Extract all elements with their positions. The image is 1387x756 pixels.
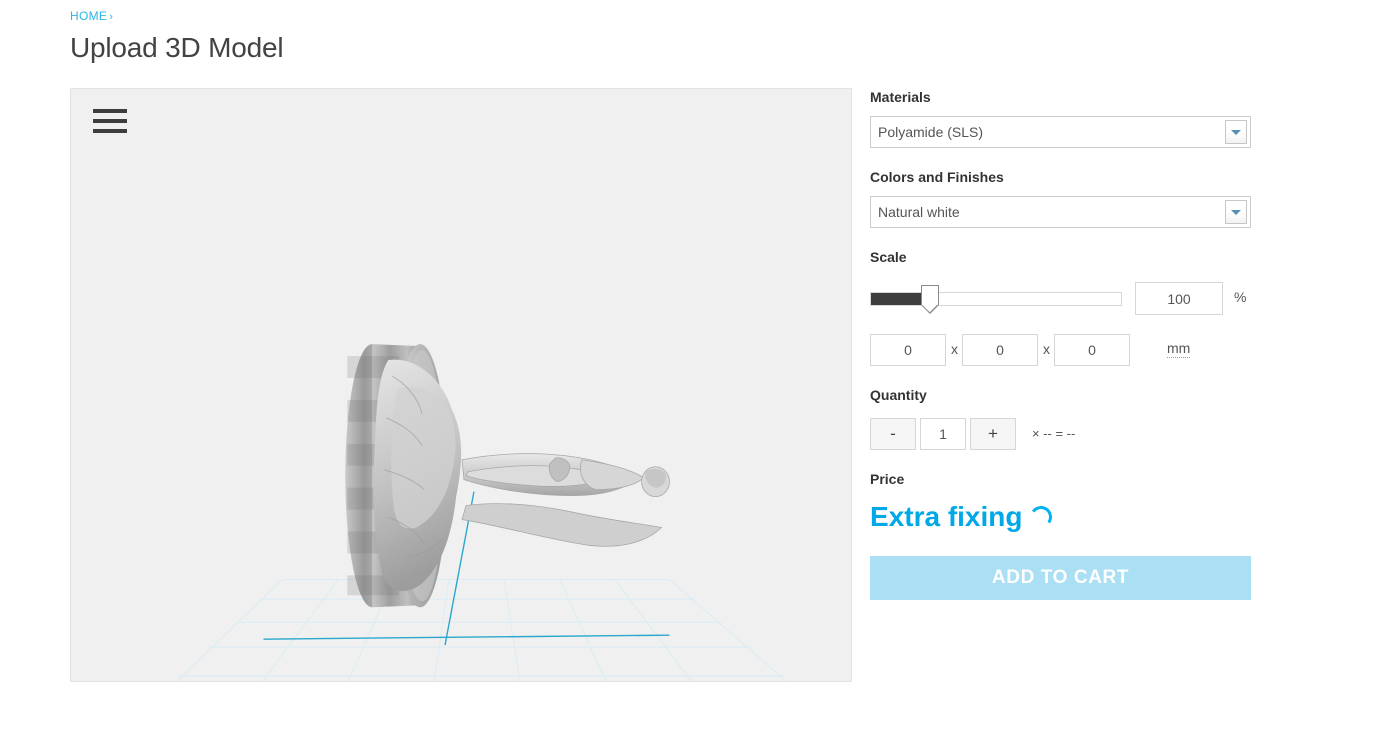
materials-select[interactable]: Polyamide (SLS) [870, 116, 1251, 148]
colors-finishes-selected-value: Natural white [878, 204, 960, 220]
quantity-section: Quantity - + × -- = -- [870, 386, 1251, 450]
chevron-down-icon[interactable] [1225, 120, 1247, 144]
breadcrumb-separator-icon: › [109, 11, 114, 23]
dimension-y-input[interactable] [962, 334, 1038, 366]
scale-label: Scale [870, 249, 907, 265]
price-section: Price Extra fixing [870, 470, 1251, 534]
quantity-input[interactable] [920, 418, 966, 450]
scale-slider-row: % [870, 282, 1251, 318]
scale-percent-unit: % [1234, 289, 1247, 305]
dimension-separator: x [1043, 341, 1050, 357]
quantity-decrement-button[interactable]: - [870, 418, 916, 450]
hamburger-menu-icon[interactable] [93, 107, 127, 135]
page-header: HOME › Upload 3D Model [70, 8, 284, 65]
dimension-x-input[interactable] [870, 334, 946, 366]
price-label: Price [870, 471, 905, 487]
colors-finishes-select[interactable]: Natural white [870, 196, 1251, 228]
configuration-panel: Materials Polyamide (SLS) Colors and Fin… [870, 88, 1251, 600]
quantity-label: Quantity [870, 387, 927, 403]
model-terrain [373, 359, 462, 592]
price-value-row: Extra fixing [870, 500, 1251, 534]
loading-spinner-icon [1028, 504, 1055, 530]
breadcrumb: HOME › [70, 8, 283, 25]
ground-grid [176, 578, 787, 681]
dimension-separator: x [951, 341, 958, 357]
3d-model-preview[interactable] [71, 89, 851, 681]
materials-label: Materials [870, 89, 931, 105]
quantity-calculation-text: × -- = -- [1032, 426, 1076, 441]
hamburger-bar [93, 109, 127, 113]
breadcrumb-link-home[interactable]: HOME [70, 9, 107, 23]
page-title: Upload 3D Model [70, 32, 284, 63]
materials-section: Materials Polyamide (SLS) [870, 88, 1251, 148]
scale-section: Scale % x x mm [870, 248, 1251, 366]
scale-slider-handle[interactable] [921, 285, 940, 314]
dimensions-row: x x mm [870, 334, 1251, 366]
hamburger-bar [93, 129, 127, 133]
scale-percent-input[interactable] [1135, 282, 1223, 315]
chevron-down-icon[interactable] [1225, 200, 1247, 224]
model-viewer-panel[interactable] [70, 88, 852, 682]
colors-finishes-label: Colors and Finishes [870, 169, 1004, 185]
dimension-unit-label: mm [1167, 340, 1191, 358]
scale-slider-track[interactable] [870, 292, 1122, 306]
quantity-stepper: - + × -- = -- [870, 418, 1251, 450]
scale-slider-handle-point [921, 305, 940, 314]
materials-selected-value: Polyamide (SLS) [878, 124, 984, 140]
model-figure [461, 453, 670, 547]
hamburger-bar [93, 119, 127, 123]
colors-finishes-section: Colors and Finishes Natural white [870, 168, 1251, 228]
dimension-z-input[interactable] [1054, 334, 1130, 366]
price-value: Extra fixing [870, 501, 1023, 532]
add-to-cart-button[interactable]: ADD TO CART [870, 556, 1251, 600]
quantity-increment-button[interactable]: + [970, 418, 1016, 450]
